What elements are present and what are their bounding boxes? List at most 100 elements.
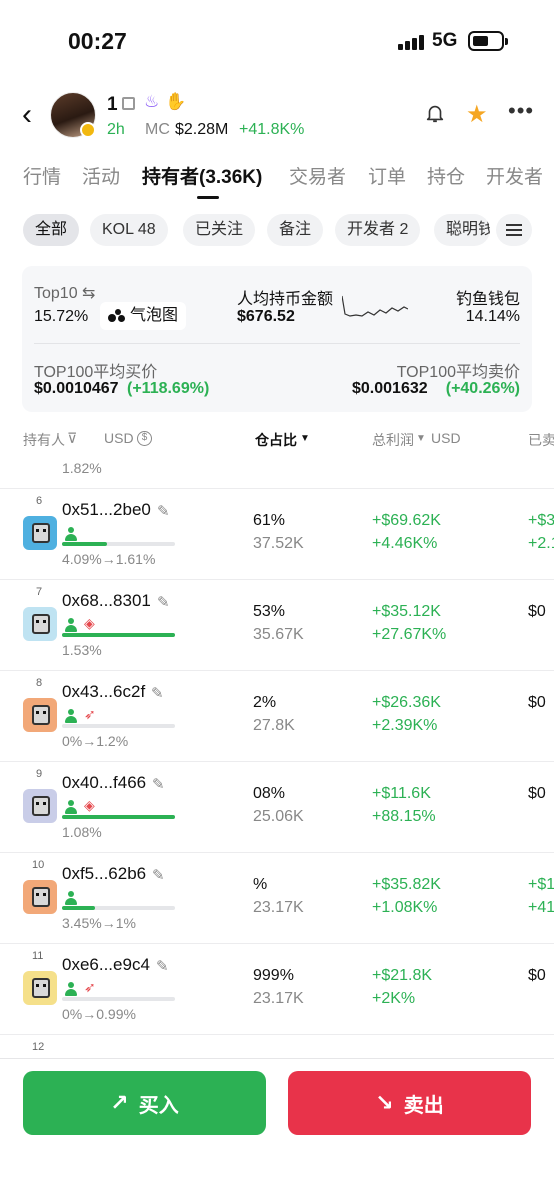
holder-avatar bbox=[23, 971, 57, 1005]
holder-avatar bbox=[23, 880, 57, 914]
tab-bar: 行情 活动 持有者(3.36K) 交易者 订单 持仓 开发者 bbox=[0, 160, 554, 200]
token-header: ‹ 1 ♨ ✋ 2h MC $2.28M +41.8K% ★ ••• bbox=[0, 90, 554, 142]
holder-address[interactable]: 0x68...8301 bbox=[62, 591, 151, 611]
bubble-map-button[interactable]: 气泡图 bbox=[100, 302, 187, 330]
avg-hold-sparkline bbox=[342, 295, 408, 317]
tab-positions[interactable]: 持仓 bbox=[427, 162, 465, 189]
buy-button[interactable]: ↗ 买入 bbox=[23, 1071, 266, 1135]
chip-followed[interactable]: 已关注 bbox=[183, 214, 256, 246]
chip-smart-money[interactable]: 聪明钱 bbox=[434, 214, 490, 246]
table-row[interactable]: 10 0xf5...62b6 ✎ 3.45%→1% % 23.17K +$35.… bbox=[0, 852, 554, 943]
edit-note-icon[interactable]: ✎ bbox=[156, 957, 169, 975]
tab-orders[interactable]: 订单 bbox=[368, 162, 406, 189]
bubble-icon bbox=[108, 309, 126, 323]
position-usd: 23.17K bbox=[253, 990, 304, 1007]
user-tag-icon bbox=[64, 891, 78, 905]
holding-change: 0%→1.2% bbox=[62, 733, 129, 749]
arrow-up-right-icon: ↗ bbox=[110, 1090, 129, 1115]
total-profit: +$11.6K bbox=[372, 785, 431, 802]
market-cap-value: $2.28M bbox=[175, 121, 229, 138]
arrow-down-right-icon: ↘ bbox=[375, 1090, 394, 1115]
holder-filter-icon[interactable]: ⊽ bbox=[67, 430, 77, 447]
holder-address[interactable]: 0x43...6c2f bbox=[62, 682, 145, 702]
phishing-wallet-label: 钓鱼钱包 bbox=[455, 291, 520, 308]
avg-hold-label: 人均持币金额 bbox=[237, 291, 334, 308]
bell-icon[interactable] bbox=[424, 102, 446, 124]
chip-kol[interactable]: KOL 48 bbox=[90, 214, 168, 246]
edit-note-icon[interactable]: ✎ bbox=[157, 593, 170, 611]
chip-developer[interactable]: 开发者 2 bbox=[335, 214, 421, 246]
sell-button[interactable]: ↘ 卖出 bbox=[288, 1071, 531, 1135]
sold-percent: +2.1 bbox=[528, 535, 554, 552]
table-row[interactable]: 11 0xe6...e9c4 ✎ ➶ 0%→0.99% 999% 23.17K … bbox=[0, 943, 554, 1034]
profit-percent: +2K% bbox=[372, 990, 416, 1007]
user-tag-icon bbox=[64, 709, 78, 723]
holding-bar bbox=[62, 633, 175, 637]
top10-label[interactable]: Top10 ⇆ bbox=[34, 283, 95, 303]
edit-note-icon[interactable]: ✎ bbox=[152, 775, 165, 793]
edit-note-icon[interactable]: ✎ bbox=[157, 502, 170, 520]
row-rank: 11 bbox=[32, 950, 44, 962]
row-rank: 8 bbox=[36, 677, 43, 689]
star-icon[interactable]: ★ bbox=[466, 100, 488, 129]
table-row[interactable]: 8 0x43...6c2f ✎ ➶ 0%→1.2% 2% 27.8K +$26.… bbox=[0, 670, 554, 761]
edit-note-icon[interactable]: ✎ bbox=[151, 684, 164, 702]
table-row[interactable]: 12 bbox=[0, 1034, 554, 1060]
column-profit[interactable]: 总利润 bbox=[372, 430, 414, 450]
holding-change: 1.08% bbox=[62, 824, 102, 840]
holders-list: 6 0x51...2be0 ✎ 4.09%→1.61% 61% 37.52K +… bbox=[0, 488, 554, 1060]
table-row[interactable]: 6 0x51...2be0 ✎ 4.09%→1.61% 61% 37.52K +… bbox=[0, 488, 554, 579]
sold-value: +$3 bbox=[528, 512, 554, 529]
user-tag-icon bbox=[64, 982, 78, 996]
tab-developer[interactable]: 开发者 bbox=[486, 162, 543, 189]
column-profit-unit: USD bbox=[431, 430, 461, 446]
filter-chips: 全部 KOL 48 已关注 备注 开发者 2 聪明钱 bbox=[0, 214, 554, 248]
currency-toggle-icon[interactable]: $ bbox=[137, 431, 152, 446]
position-percent: 08% bbox=[253, 785, 286, 802]
position-usd: 25.06K bbox=[253, 808, 304, 825]
holding-change: 0%→0.99% bbox=[62, 1006, 136, 1022]
top10-value: 15.72% bbox=[34, 308, 89, 325]
tab-traders[interactable]: 交易者 bbox=[289, 162, 346, 189]
holder-address[interactable]: 0xe6...e9c4 bbox=[62, 955, 150, 975]
profit-sort-icon[interactable]: ▼ bbox=[416, 433, 426, 444]
position-usd: 27.8K bbox=[253, 717, 295, 734]
holder-avatar bbox=[23, 698, 57, 732]
total-profit: +$26.36K bbox=[372, 694, 441, 711]
tab-activity[interactable]: 活动 bbox=[82, 162, 120, 189]
user-tag-icon bbox=[64, 800, 78, 814]
status-time: 00:27 bbox=[68, 28, 127, 54]
tab-market[interactable]: 行情 bbox=[23, 162, 61, 189]
copy-icon[interactable] bbox=[122, 97, 135, 110]
holding-change: 3.45%→1% bbox=[62, 915, 136, 931]
chip-notes[interactable]: 备注 bbox=[267, 214, 324, 246]
holding-bar bbox=[62, 815, 175, 819]
position-usd: 35.67K bbox=[253, 626, 304, 643]
holder-address[interactable]: 0x40...f466 bbox=[62, 773, 146, 793]
top100-buy-value: $0.0010467 bbox=[34, 380, 119, 397]
chain-badge-icon bbox=[80, 122, 96, 138]
chip-all[interactable]: 全部 bbox=[23, 214, 80, 246]
sell-label: 卖出 bbox=[403, 1094, 444, 1117]
profit-percent: +27.67K% bbox=[372, 626, 447, 643]
back-icon[interactable]: ‹ bbox=[22, 98, 32, 132]
table-row[interactable]: 7 0x68...8301 ✎ ◈ 1.53% 53% 35.67K +$35.… bbox=[0, 579, 554, 670]
position-percent: 53% bbox=[253, 603, 286, 620]
row-rank: 6 bbox=[36, 495, 43, 507]
row-rank: 12 bbox=[32, 1041, 45, 1053]
column-position[interactable]: 仓占比 bbox=[255, 430, 297, 450]
sort-down-icon[interactable]: ▼ bbox=[300, 433, 310, 444]
tab-holders[interactable]: 持有者(3.36K) bbox=[142, 162, 262, 189]
total-profit: +$35.12K bbox=[372, 603, 441, 620]
position-percent: % bbox=[253, 876, 268, 893]
more-icon[interactable]: ••• bbox=[508, 98, 534, 124]
position-percent: 999% bbox=[253, 967, 294, 984]
token-age: 2h bbox=[107, 121, 125, 138]
holding-bar bbox=[62, 724, 175, 728]
table-row[interactable]: 9 0x40...f466 ✎ ◈ 1.08% 08% 25.06K +$11.… bbox=[0, 761, 554, 852]
holder-address[interactable]: 0x51...2be0 bbox=[62, 500, 151, 520]
edit-note-icon[interactable]: ✎ bbox=[152, 866, 165, 884]
top100-sell-label: TOP100平均卖价 bbox=[396, 364, 520, 381]
holder-address[interactable]: 0xf5...62b6 bbox=[62, 864, 146, 884]
filter-settings-icon[interactable] bbox=[496, 214, 532, 246]
